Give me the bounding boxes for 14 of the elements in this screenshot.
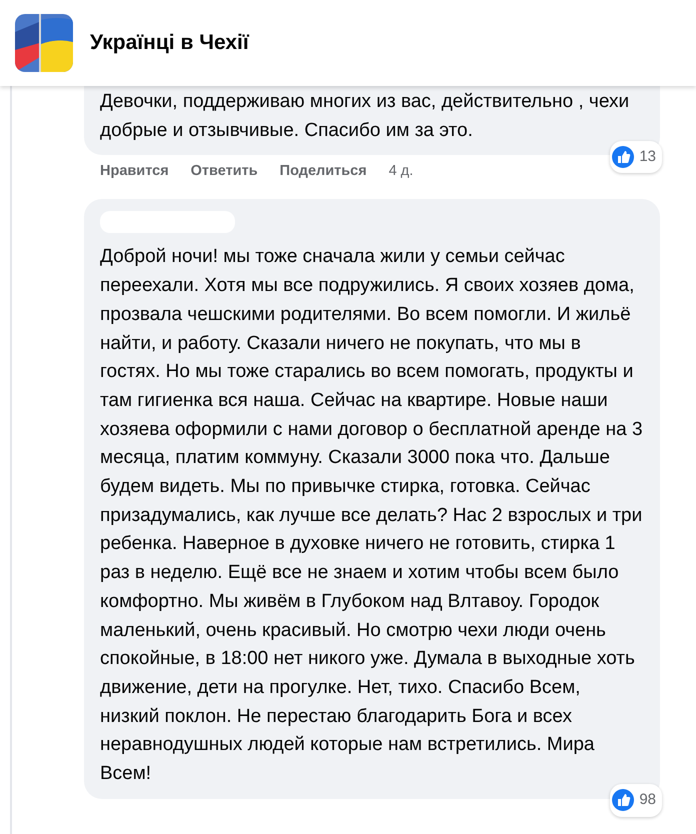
group-title[interactable]: Українці в Чехії bbox=[90, 31, 249, 55]
reaction-badge[interactable]: 98 bbox=[610, 784, 662, 817]
reaction-badge[interactable]: 13 bbox=[610, 140, 662, 174]
like-icon bbox=[612, 146, 634, 168]
comment-action-link[interactable]: Нравится bbox=[100, 163, 169, 180]
comment-time[interactable]: 4 д. bbox=[388, 163, 414, 180]
comment-action-link[interactable]: Поделиться bbox=[280, 163, 367, 180]
comment-text: Девочки, поддерживаю многих из вас, действительно , чехи добрые и отзывчивые. Спасибо им за это. bbox=[100, 90, 630, 143]
comment-text: Доброй ночи! мы тоже сначала жили у семьи сейчас переехали. Хотя мы все подружились. Я своих хозяев дома, прозвала чешскими родителями. Во всем помогли. И жильё найти, и работу. Сказали ничего не покупать, что мы в гостях. Но мы тоже старались во всем помогать, продукты и там гигиенка вся наша. Сейчас на квартире. Новые наши хозяева оформили с нами договор о бесплатной аренде на 3 месяца, платим коммуну. Сказали 3000 пока что. Дальше будем видеть. Мы по привычке стирка, готовка. Сейчас призадумались, как лучше все делать? Нас 2 взрослых и три ребенка. Наверное в духовке ничего не готовить, стирка 1 раз в неделю. Ещё все не знаем и хотим чтобы всем было комфортно. Мы живём в Глубоком над Влтавоу. Городок маленький, очень красивый. Но смотрю чехи люди очень спокойные, в 18:00 нет никого уже. Думала в выходные хоть движение, дети на прогулке. Нет, тихо. Спасибо Всем, низкий поклон. Не перестаю благодарить Бога и всех неравнодушных людей которые нам встретились. Мира Всем! bbox=[100, 245, 644, 786]
group-avatar[interactable] bbox=[15, 14, 73, 72]
reaction-count: 98 bbox=[639, 790, 656, 810]
comment-action-link[interactable]: Ответить bbox=[190, 163, 258, 180]
like-icon bbox=[612, 789, 634, 812]
reaction-count: 13 bbox=[639, 146, 656, 167]
